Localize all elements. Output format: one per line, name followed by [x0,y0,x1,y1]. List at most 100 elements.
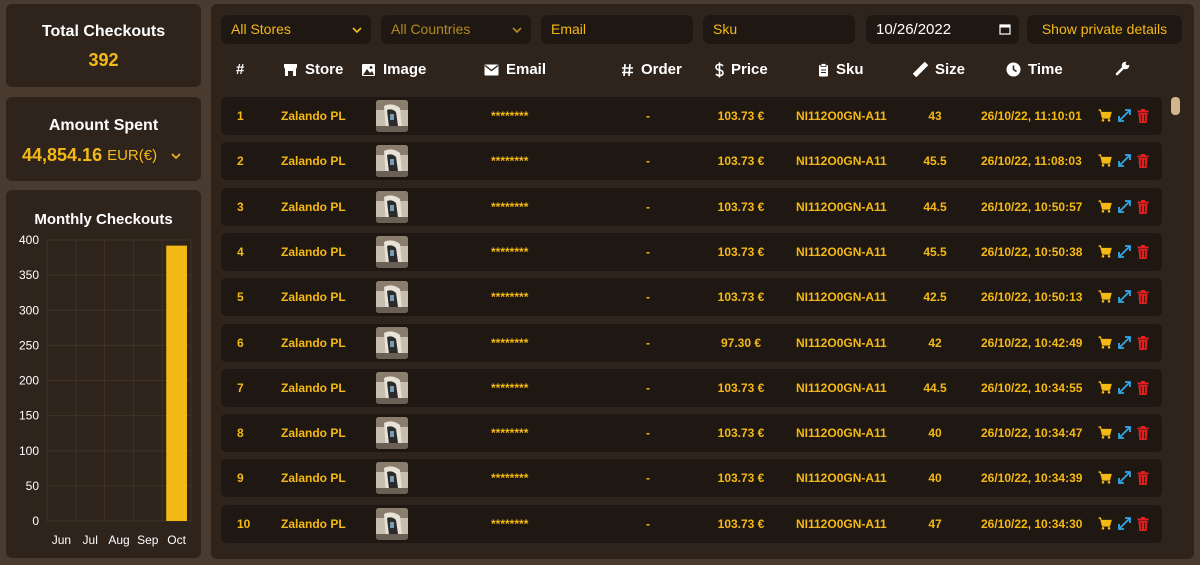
row-actions [1098,426,1149,441]
row-price: 103.73 € [717,380,765,395]
expand-icon[interactable] [1118,471,1131,485]
cart-icon[interactable] [1098,517,1112,531]
y-tick-label: 350 [19,268,39,282]
row-sku: NI112O0GN-A11 [796,426,887,441]
row-number: 4 [237,244,244,259]
trash-icon[interactable] [1137,516,1149,531]
expand-icon[interactable] [1118,335,1131,350]
trash-icon[interactable] [1137,244,1149,259]
row-time: 26/10/22, 10:50:13 [981,290,1083,305]
table-row[interactable]: 10 Zalando PL ******** - 103.73 € NI112O0GN-A… [221,504,1162,543]
sku-filter-input[interactable]: Sku [703,15,855,44]
row-email: ******** [491,471,529,486]
table-row[interactable]: 5 Zalando PL ******** - 103.73 € NI112O0GN-A1… [221,278,1162,317]
product-thumbnail [376,326,408,359]
row-sku: NI112O0GN-A11 [796,335,887,350]
trash-icon[interactable] [1137,109,1149,123]
row-price: 103.73 € [717,109,765,123]
cart-icon[interactable] [1098,426,1112,440]
product-thumbnail [376,281,408,314]
date-filter-input[interactable]: 10/26/2022 [866,15,1019,44]
x-tick-label: Aug [108,533,129,547]
currency-select[interactable]: EUR(€) [107,147,157,164]
expand-icon[interactable] [1118,199,1131,214]
chevron-down-icon [512,27,522,34]
row-price: 103.73 € [717,426,765,441]
trash-icon[interactable] [1137,154,1149,169]
expand-icon[interactable] [1118,109,1131,123]
row-sku: NI112O0GN-A11 [796,154,887,169]
table-row[interactable]: 9 Zalando PL ******** - 103.73 € NI112O0GN-A1… [221,459,1162,498]
expand-icon[interactable] [1118,426,1131,440]
table-row[interactable]: 3 Zalando PL ******** - 103.73 € NI112O0GN-A1… [221,187,1162,226]
expand-icon[interactable] [1118,244,1131,259]
row-number: 10 [237,516,251,531]
table-row[interactable]: 6 Zalando PL ******** - 97.30 € NI112O0GN-A11… [221,323,1162,362]
row-time: 26/10/22, 11:08:03 [981,154,1082,169]
row-sku: NI112O0GN-A11 [796,109,887,123]
scrollbar-thumb[interactable] [1171,97,1180,115]
expand-icon[interactable] [1118,380,1131,395]
cart-icon[interactable] [1098,335,1112,350]
row-size: 40 [928,471,942,486]
y-tick-label: 100 [19,444,39,458]
trash-icon[interactable] [1137,335,1149,350]
expand-icon[interactable] [1118,154,1131,168]
row-time: 26/10/22, 10:34:55 [981,380,1083,395]
row-time: 26/10/22, 10:42:49 [981,335,1083,350]
table-row[interactable]: 8 Zalando PL ******** - 103.73 € NI112O0GN-A1… [221,414,1162,453]
trash-icon[interactable] [1137,199,1149,214]
chevron-down-icon[interactable] [171,151,181,161]
row-time: 26/10/22, 10:34:39 [981,471,1083,486]
country-filter-select[interactable]: All Countries [381,15,531,44]
expand-icon[interactable] [1118,290,1131,304]
table-row[interactable]: 7 Zalando PL ******** - 103.73 € NI112O0GN-A1… [221,368,1162,407]
row-order: - [646,380,650,395]
row-number: 3 [237,199,244,214]
dollar-icon [715,62,724,77]
image-icon [362,63,375,76]
cart-icon[interactable] [1098,471,1112,485]
row-size: 43 [928,109,942,123]
trash-icon[interactable] [1137,426,1149,441]
row-store: Zalando PL [281,380,346,395]
cart-icon[interactable] [1098,245,1112,259]
row-store: Zalando PL [281,335,346,350]
row-price: 97.30 € [720,335,762,350]
product-thumbnail [376,507,408,540]
bar-oct[interactable] [166,245,187,521]
cart-icon[interactable] [1098,290,1112,304]
table-row[interactable]: 2 Zalando PL ******** - 103.73 € NI112O0GN-A1… [221,142,1162,181]
calendar-icon[interactable] [999,23,1011,35]
row-number: 1 [237,109,244,123]
product-thumbnail [376,417,408,450]
trash-icon[interactable] [1137,380,1149,395]
row-actions [1098,516,1149,531]
clipboard-icon [819,62,828,76]
store-filter-select[interactable]: All Stores [221,15,371,44]
row-sku: NI112O0GN-A11 [796,199,887,214]
expand-icon[interactable] [1118,516,1131,531]
store-filter-value: All Stores [231,21,291,37]
trash-icon[interactable] [1137,471,1149,486]
x-tick-label: Sep [137,533,159,547]
cart-icon[interactable] [1098,381,1112,395]
cart-icon[interactable] [1098,109,1112,123]
email-filter-input[interactable]: Email [541,15,693,44]
cart-icon[interactable] [1098,154,1112,168]
trash-icon[interactable] [1137,290,1149,305]
row-price: 103.73 € [717,290,765,305]
show-private-details-button[interactable]: Show private details [1027,15,1182,44]
row-size: 45.5 [923,244,947,259]
column-header-sku: Sku [818,61,864,78]
table-row[interactable]: 4 Zalando PL ******** - 103.73 € NI112O0GN-A1… [221,232,1162,271]
row-time: 26/10/22, 10:34:30 [981,516,1083,531]
x-tick-label: Jul [83,533,98,547]
cart-icon[interactable] [1098,199,1112,214]
row-actions [1098,471,1149,486]
row-size: 42 [928,335,942,350]
row-size: 44.5 [923,380,947,395]
row-price: 103.73 € [717,199,765,214]
table-row[interactable]: 1 Zalando PL ******** - 103.73 € NI112O0GN-A1… [221,97,1162,135]
row-store: Zalando PL [281,244,346,259]
